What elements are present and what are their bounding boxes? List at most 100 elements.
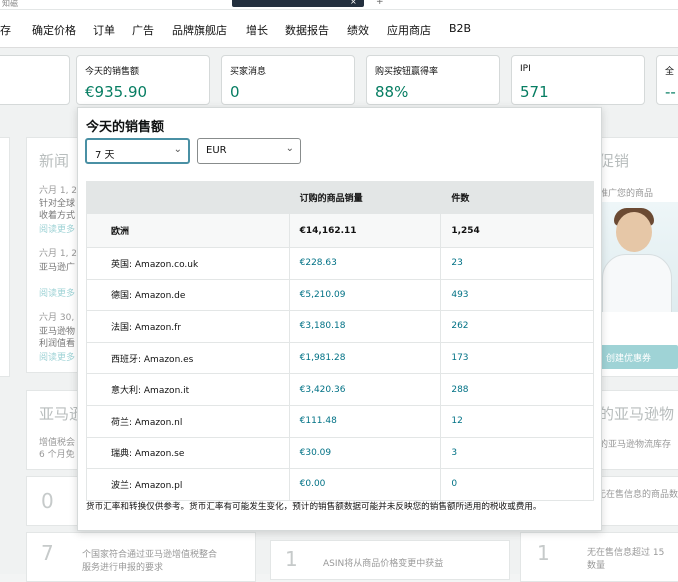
- cell-sales-link[interactable]: €3,420.36: [288, 373, 442, 406]
- cell-region: 英国: Amazon.co.uk: [86, 247, 290, 280]
- marketplace-sales-table: 订购的商品销量 件数 欧洲 €14,162.11 1,254 英国: Amazo…: [86, 181, 594, 501]
- create-coupon-button[interactable]: 创建优惠券: [598, 345, 678, 369]
- fba-no-listing-15-text: 无在售信息超过 15: [587, 548, 665, 558]
- nav-item-orders[interactable]: 订单: [93, 22, 115, 38]
- nav-item-inventory[interactable]: 存: [0, 22, 11, 38]
- column-header-region: [86, 181, 290, 214]
- cell-region: 意大利: Amazon.it: [86, 373, 290, 406]
- fba-panel-title: 的亚马逊物: [599, 405, 675, 423]
- cell-sales-link[interactable]: €111.48: [288, 404, 442, 438]
- table-row-total: 欧洲 €14,162.11 1,254: [86, 213, 594, 248]
- cell-units-link[interactable]: 173: [440, 341, 594, 375]
- table-row: 德国: Amazon.de €5,210.09 493: [86, 278, 594, 312]
- fba-no-listing-15-box: 1 无在售信息超过 15 数量: [520, 532, 678, 582]
- table-row: 英国: Amazon.co.uk €228.63 23: [86, 247, 594, 280]
- new-tab-icon[interactable]: +: [376, 0, 384, 7]
- table-header-row: 订购的商品销量 件数: [86, 181, 594, 214]
- metric-value: 0: [230, 83, 240, 101]
- news-read-more-link[interactable]: 阅读更多: [39, 286, 75, 299]
- metric-card-sales-today[interactable]: 今天的销售额 €935.90: [76, 55, 210, 105]
- metric-card-ipi[interactable]: IPI 571: [511, 55, 645, 105]
- table-row: 波兰: Amazon.pl €0.00 0: [86, 468, 594, 501]
- metric-label: 全: [665, 67, 675, 77]
- price-change-count: 1: [285, 547, 298, 571]
- cell-sales-link[interactable]: €1,981.28: [288, 341, 442, 375]
- news-read-more-link[interactable]: 阅读更多: [39, 350, 75, 363]
- chevron-down-icon: ⌄: [285, 143, 294, 154]
- nav-item-brand-store[interactable]: 品牌旗舰店: [172, 22, 227, 38]
- metric-value: 88%: [375, 83, 409, 101]
- promo-title: 促销: [599, 152, 630, 170]
- nav-item-performance[interactable]: 绩效: [347, 22, 369, 38]
- cell-units: 1,254: [440, 213, 594, 248]
- promo-text: 推广您的商品: [599, 189, 654, 199]
- cell-sales-link[interactable]: €228.63: [288, 247, 442, 280]
- news-date: 六月 1, 2: [39, 249, 78, 259]
- sales-today-popover: 今天的销售额 7 天 ⌄ EUR ⌄ 订购的商品销量 件数 欧洲 €14,162…: [77, 107, 602, 531]
- vat-eligible-box: 7 个国家符合通过亚马逊增值税整合 服务进行申报的要求: [26, 532, 256, 582]
- nav-item-b2b[interactable]: B2B: [449, 22, 471, 35]
- currency-select[interactable]: EUR ⌄: [197, 138, 301, 164]
- cell-sales-link[interactable]: €3,180.18: [288, 310, 442, 343]
- cell-region: 德国: Amazon.de: [86, 278, 290, 312]
- metric-value: --: [665, 83, 676, 101]
- popover-title: 今天的销售额: [86, 120, 165, 135]
- metric-label: 今天的销售额: [85, 67, 140, 77]
- main-nav: 存 确定价格 订单 广告 品牌旗舰店 增长 数据报告 绩效 应用商店 B2B: [0, 10, 678, 48]
- price-change-text: ASIN将从商品价格变更中获益: [323, 559, 444, 569]
- period-select-value: 7 天: [95, 150, 115, 161]
- nav-item-pricing[interactable]: 确定价格: [32, 22, 76, 38]
- table-row: 西班牙: Amazon.es €1,981.28 173: [86, 341, 594, 375]
- metric-label: IPI: [520, 64, 531, 74]
- cell-region: 荷兰: Amazon.nl: [86, 404, 290, 438]
- chevron-down-icon: ⌄: [173, 144, 182, 155]
- cell-units-link[interactable]: 262: [440, 310, 594, 343]
- news-headline: 利润值看: [39, 339, 76, 349]
- nav-item-reports[interactable]: 数据报告: [285, 22, 329, 38]
- metric-card-buyer-messages[interactable]: 买家消息 0: [221, 55, 355, 105]
- cell-sales-link[interactable]: €5,210.09: [288, 278, 442, 312]
- nav-item-app-store[interactable]: 应用商店: [387, 22, 431, 38]
- cell-sales: €14,162.11: [288, 213, 442, 248]
- currency-select-value: EUR: [206, 145, 227, 156]
- metric-label: 买家消息: [230, 67, 267, 77]
- column-header-units: 件数: [440, 181, 594, 214]
- cell-units-link[interactable]: 0: [440, 468, 594, 501]
- cell-units-link[interactable]: 493: [440, 278, 594, 312]
- fba-panel: 的亚马逊物 的亚马逊物流库存: [590, 390, 678, 470]
- cell-region: 欧洲: [86, 213, 290, 248]
- window-strip: 知磁 × +: [0, 0, 678, 10]
- cell-sales-link[interactable]: €30.09: [288, 436, 442, 470]
- column-header-sales: 订购的商品销量: [288, 181, 442, 214]
- vat-eligible-count: 7: [41, 541, 54, 565]
- cell-region: 西班牙: Amazon.es: [86, 341, 290, 375]
- news-title: 新闻: [39, 152, 70, 170]
- vat-count: 0: [41, 489, 54, 513]
- fba-no-listing-15-count: 1: [537, 541, 550, 565]
- close-icon[interactable]: ×: [350, 0, 357, 6]
- bg-left-panel: [0, 137, 10, 377]
- metric-label: 购买按钮赢得率: [375, 67, 439, 77]
- nav-item-growth[interactable]: 增长: [246, 22, 268, 38]
- currency-disclaimer: 货币汇率和转换仅供参考。货币汇率有可能发生变化，预计的销售额数据可能并未反映您的…: [86, 502, 542, 512]
- cell-units-link[interactable]: 12: [440, 404, 594, 438]
- cell-sales-link[interactable]: €0.00: [288, 468, 442, 501]
- metric-card-partial[interactable]: [0, 55, 70, 105]
- period-select[interactable]: 7 天 ⌄: [85, 138, 190, 164]
- table-row: 瑞典: Amazon.se €30.09 3: [86, 436, 594, 470]
- browser-tab[interactable]: [232, 0, 364, 7]
- table-row: 法国: Amazon.fr €3,180.18 262: [86, 310, 594, 343]
- nav-item-ads[interactable]: 广告: [132, 22, 154, 38]
- news-read-more-link[interactable]: 阅读更多: [39, 222, 75, 235]
- cell-units-link[interactable]: 23: [440, 247, 594, 280]
- window-title: 知磁: [2, 0, 18, 8]
- news-headline: 收着方式: [39, 211, 76, 221]
- fba-no-listing-text: 无在售信息的商品数: [597, 490, 678, 500]
- vat-eligible-text: 服务进行申报的要求: [82, 563, 164, 573]
- cell-units-link[interactable]: 288: [440, 373, 594, 406]
- fba-no-listing-box: 无在售信息的商品数: [590, 476, 678, 526]
- cell-units-link[interactable]: 3: [440, 436, 594, 470]
- metric-card-buy-box[interactable]: 购买按钮赢得率 88%: [366, 55, 500, 105]
- metric-card-partial-right[interactable]: 全 --: [656, 55, 678, 105]
- cell-region: 法国: Amazon.fr: [86, 310, 290, 343]
